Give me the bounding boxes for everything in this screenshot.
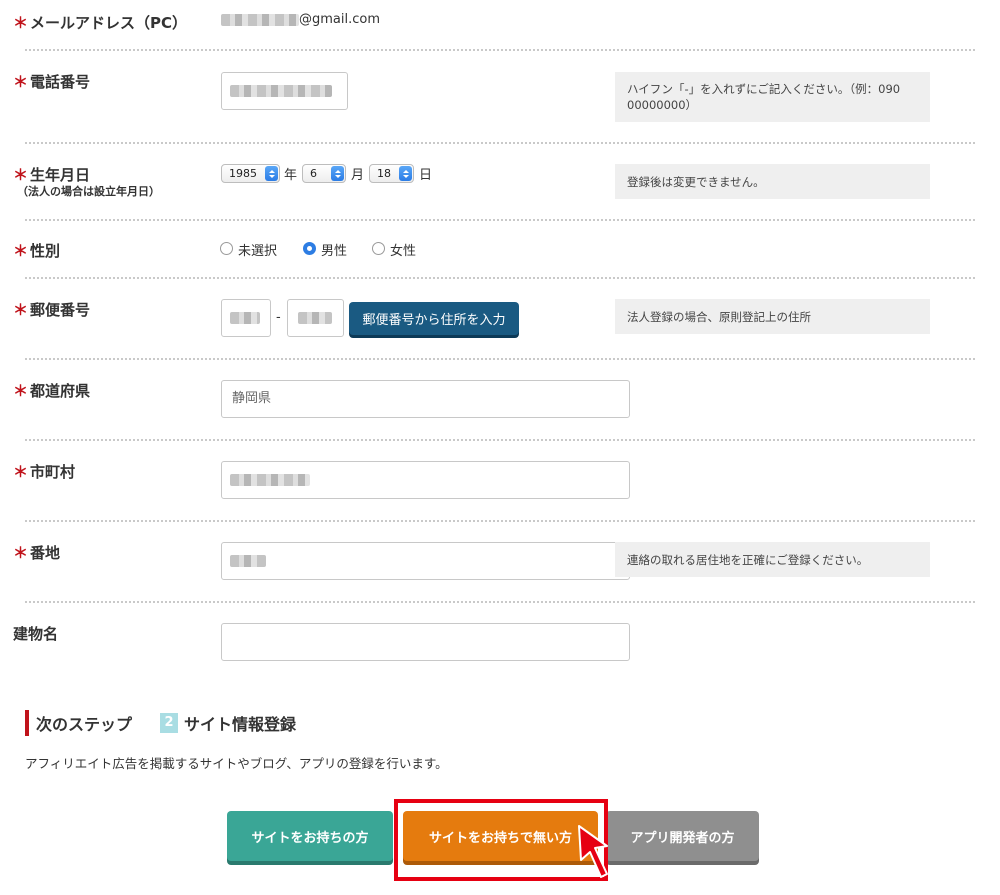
has-site-button[interactable]: サイトをお持ちの方 xyxy=(227,811,393,861)
email-redacted xyxy=(221,14,299,26)
step-title: サイト情報登録 xyxy=(184,715,297,734)
birthdate-note: 登録後は変更できません。 xyxy=(615,164,930,199)
year-unit: 年 xyxy=(284,168,298,183)
postal-second-input[interactable] xyxy=(287,299,344,337)
divider xyxy=(25,439,975,441)
app-developer-button[interactable]: アプリ開発者の方 xyxy=(606,811,759,861)
gender-label: ＊性別 xyxy=(13,242,61,260)
phone-redacted xyxy=(230,85,332,97)
phone-note: ハイフン「-」を入れずにご記入ください。（例：090 00000000） xyxy=(615,72,930,122)
building-label: 建物名 xyxy=(13,625,59,643)
address-input[interactable] xyxy=(221,542,630,580)
postal-note: 法人登録の場合、原則登記上の住所 xyxy=(615,299,930,334)
address-label: ＊番地 xyxy=(13,544,61,562)
birth-year-select[interactable]: 1985 xyxy=(221,164,280,183)
divider xyxy=(25,277,975,279)
phone-input[interactable] xyxy=(221,72,348,110)
highlight-frame xyxy=(394,799,608,881)
divider xyxy=(25,49,975,51)
gender-radio-female[interactable] xyxy=(372,242,385,255)
gender-option-label: 女性 xyxy=(390,244,417,259)
step-number-badge: 2 xyxy=(160,713,178,733)
select-arrows-icon xyxy=(265,166,278,181)
city-label: ＊市町村 xyxy=(13,463,76,481)
select-arrows-icon xyxy=(331,166,344,181)
postal-first-input[interactable] xyxy=(221,299,271,337)
divider xyxy=(25,520,975,522)
prefecture-label: ＊都道府県 xyxy=(13,382,91,400)
prefecture-input[interactable]: 静岡県 xyxy=(221,380,630,418)
day-unit: 日 xyxy=(419,168,433,183)
postal-separator: - xyxy=(276,310,281,325)
divider xyxy=(25,219,975,221)
month-unit: 月 xyxy=(351,168,365,183)
birthdate-label: ＊生年月日 xyxy=(13,166,91,184)
divider xyxy=(25,142,975,144)
postal-redacted xyxy=(298,312,332,324)
gender-radio-unselected[interactable] xyxy=(220,242,233,255)
address-redacted xyxy=(230,555,266,567)
building-input[interactable] xyxy=(221,623,630,661)
birth-month-select[interactable]: 6 xyxy=(302,164,346,183)
postal-lookup-button[interactable]: 郵便番号から住所を入力 xyxy=(349,302,519,335)
birthdate-sublabel: （法人の場合は設立年月日） xyxy=(17,185,160,198)
postal-label: ＊郵便番号 xyxy=(13,301,91,319)
postal-redacted xyxy=(230,312,260,324)
city-redacted xyxy=(230,474,310,486)
gender-option-label: 男性 xyxy=(321,244,348,259)
phone-label: ＊電話番号 xyxy=(13,73,91,91)
next-step-description: アフィリエイト広告を掲載するサイトやブログ、アプリの登録を行います。 xyxy=(25,756,448,771)
email-value: @gmail.com xyxy=(299,12,381,27)
email-label: ＊メールアドレス（PC） xyxy=(13,14,188,32)
pointer-cursor-icon xyxy=(578,825,608,878)
address-note: 連絡の取れる居住地を正確にご登録ください。 xyxy=(615,542,930,577)
divider xyxy=(25,358,975,360)
divider xyxy=(25,601,975,603)
required-mark: ＊ xyxy=(13,14,29,32)
next-step-accent-bar xyxy=(25,710,29,736)
city-input[interactable] xyxy=(221,461,630,499)
birth-day-select[interactable]: 18 xyxy=(369,164,414,183)
gender-option-label: 未選択 xyxy=(238,244,278,259)
next-step-heading: 次のステップ xyxy=(36,715,133,734)
gender-radio-male[interactable] xyxy=(303,242,316,255)
select-arrows-icon xyxy=(399,166,412,181)
